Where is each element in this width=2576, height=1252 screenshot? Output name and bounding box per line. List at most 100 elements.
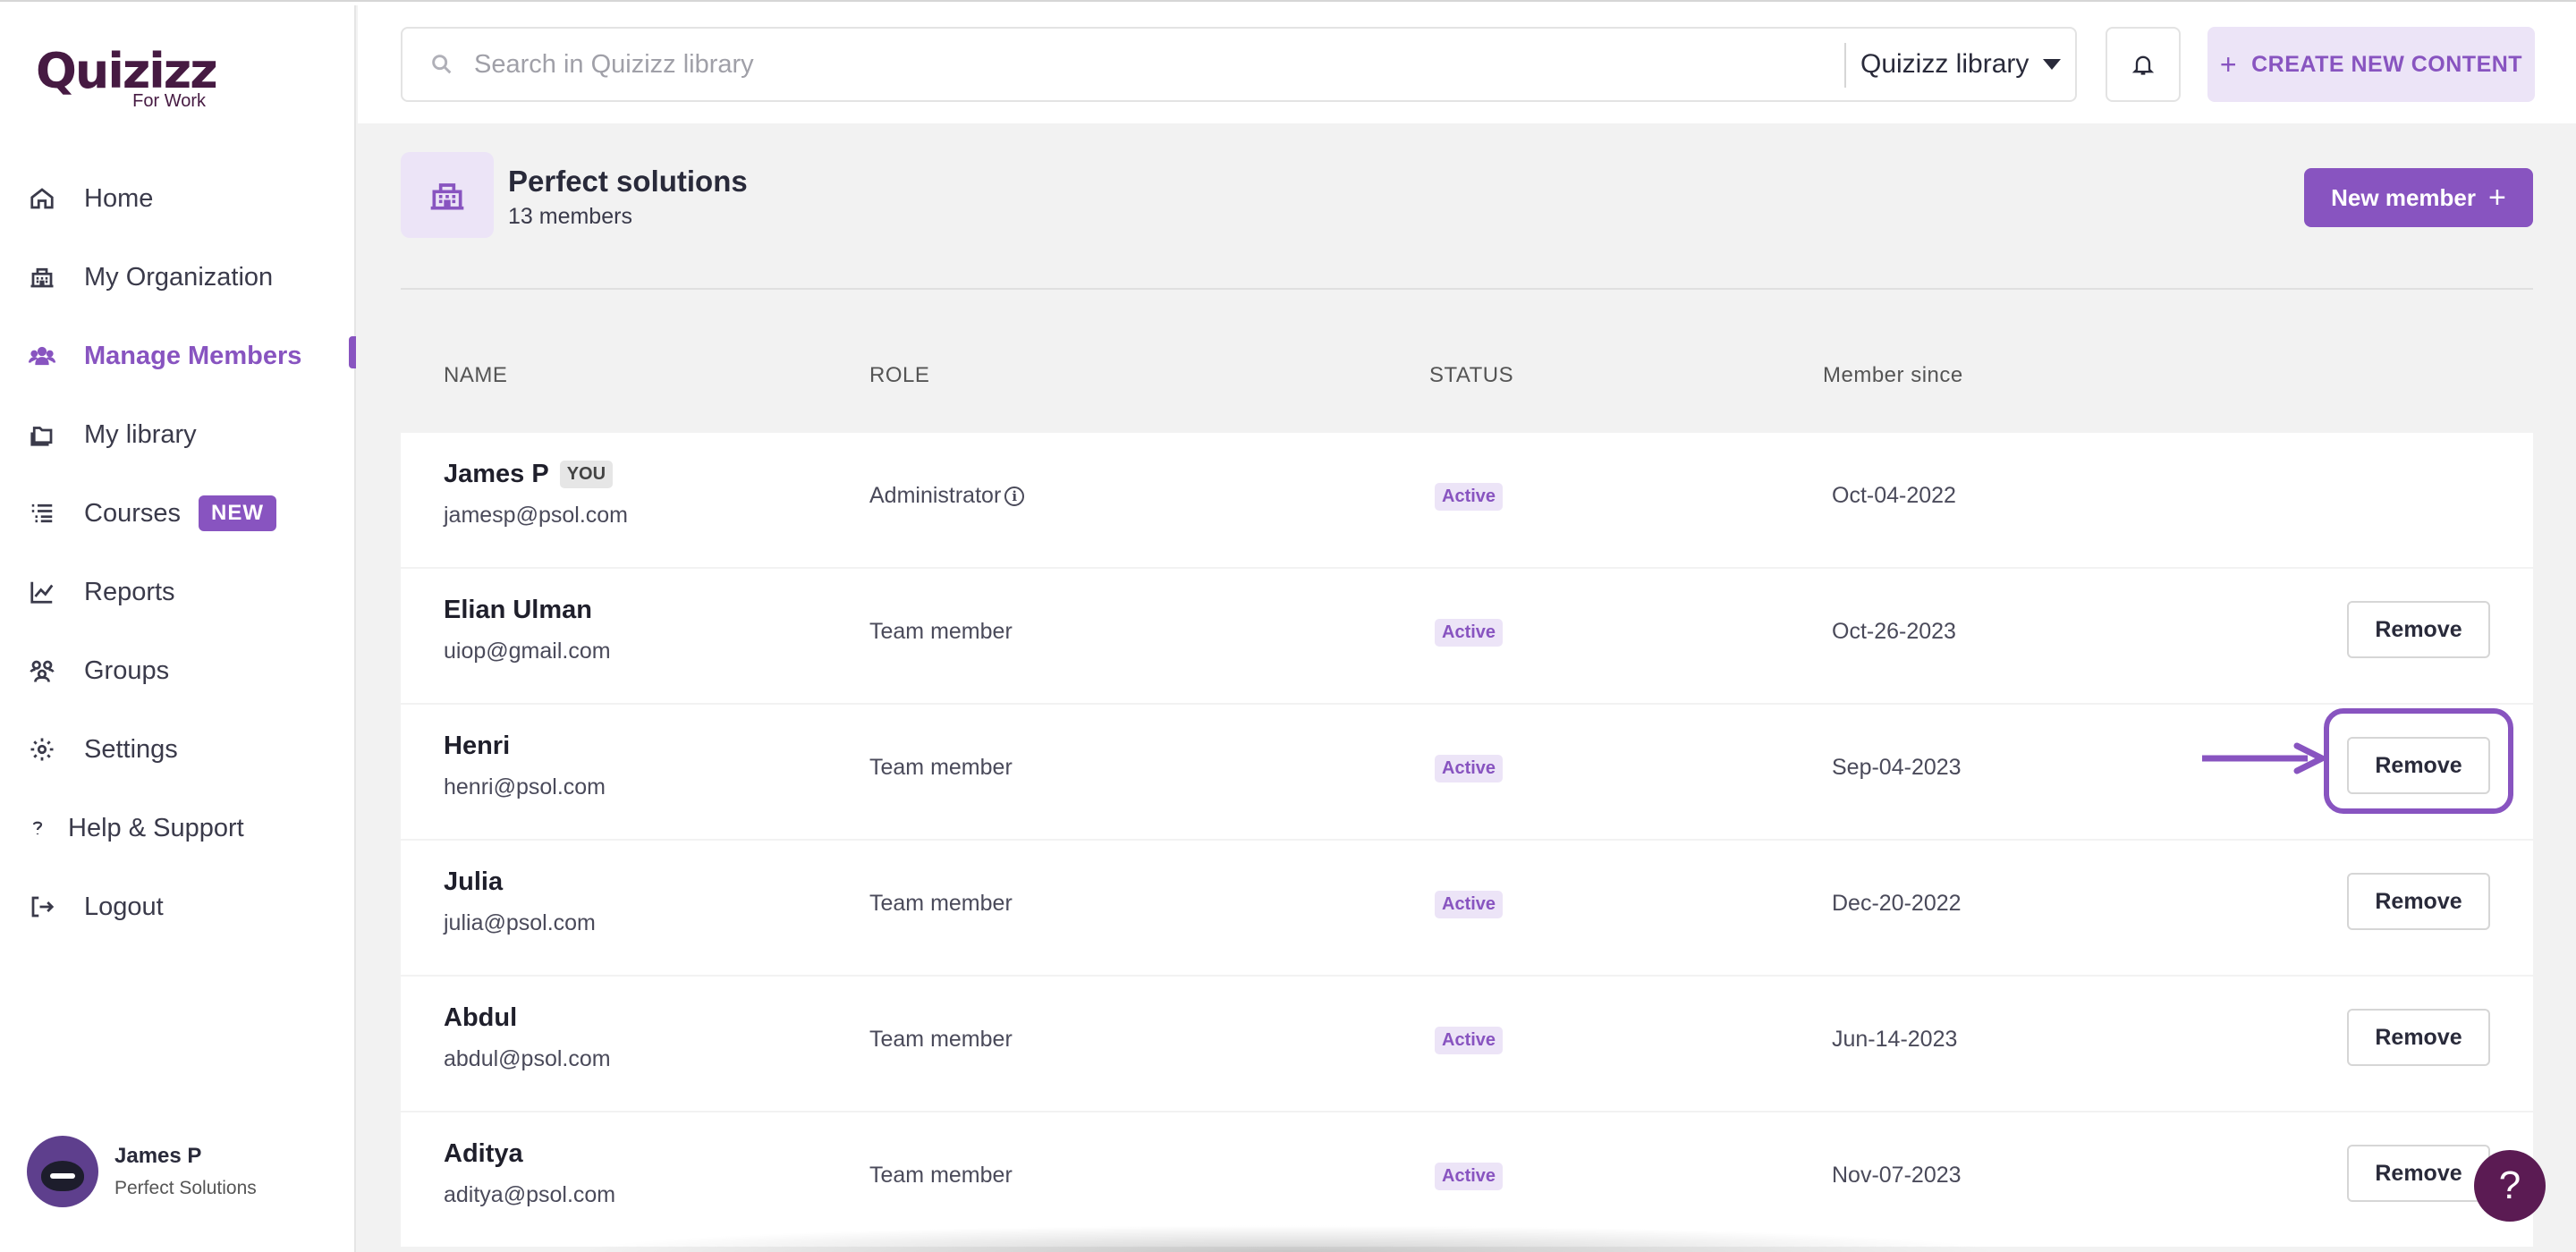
avatar	[27, 1136, 98, 1207]
profile-org: Perfect Solutions	[114, 1178, 257, 1198]
user-profile[interactable]: James P Perfect Solutions	[27, 1136, 257, 1207]
remove-button[interactable]: Remove	[2347, 601, 2490, 658]
sidebar-item-label: Groups	[84, 656, 170, 685]
search-divider	[1844, 43, 1846, 88]
notifications-button[interactable]	[2106, 27, 2181, 102]
member-role: Team member	[869, 1163, 1013, 1188]
building-icon	[27, 262, 57, 292]
new-member-button[interactable]: New member +	[2304, 168, 2533, 227]
remove-button[interactable]: Remove	[2347, 737, 2490, 794]
sidebar-nav: Home My Organization Manage Members My l…	[0, 159, 356, 946]
plus-icon: +	[2487, 180, 2506, 215]
sidebar-item-label: Courses	[84, 498, 181, 528]
member-name: Julia	[444, 867, 504, 896]
top-bar: Quizizz library + CREATE NEW CONTENT	[358, 5, 2576, 123]
home-icon	[27, 183, 57, 214]
status-badge: Active	[1435, 891, 1504, 918]
member-name: James P YOU	[444, 460, 614, 489]
search-input[interactable]	[474, 49, 1798, 80]
table-row: Elian Ulman uiop@gmail.com Team member A…	[401, 569, 2533, 703]
member-role: Team member	[869, 891, 1013, 916]
column-header-member-since: Member since	[1823, 363, 1963, 387]
divider	[401, 288, 2533, 290]
sidebar-item-label: Home	[84, 183, 154, 213]
sidebar-item-label: Manage Members	[84, 341, 302, 370]
sidebar-item-my-organization[interactable]: My Organization	[0, 238, 356, 317]
member-role: Team member	[869, 755, 1013, 780]
member-name-text: James P	[444, 460, 549, 488]
search-icon	[432, 55, 452, 74]
users-icon	[27, 341, 57, 371]
sidebar: Quizizz For Work Home My Organization Ma…	[0, 0, 356, 1252]
member-email: henri@psol.com	[444, 774, 606, 799]
member-role: Administrator i	[869, 483, 1025, 509]
status-badge: Active	[1435, 1027, 1504, 1054]
members-table: James P YOU jamesp@psol.com Administrato…	[401, 433, 2533, 1248]
library-dropdown-label: Quizizz library	[1860, 49, 2029, 79]
sidebar-item-logout[interactable]: Logout	[0, 867, 356, 946]
sidebar-item-courses[interactable]: Courses NEW	[0, 474, 356, 553]
column-header-status: STATUS	[1429, 363, 1514, 387]
remove-button[interactable]: Remove	[2347, 1145, 2490, 1202]
status-badge: Active	[1435, 1163, 1504, 1190]
member-since: Oct-26-2023	[1832, 619, 1956, 644]
member-since: Dec-20-2022	[1832, 891, 1962, 916]
chart-icon	[27, 577, 57, 607]
sidebar-item-my-library[interactable]: My library	[0, 395, 356, 474]
table-row: Abdul abdul@psol.com Team member Active …	[401, 977, 2533, 1111]
library-dropdown[interactable]: Quizizz library	[1860, 29, 2062, 100]
groups-icon	[27, 656, 57, 686]
window-top-border	[0, 0, 2576, 5]
create-new-content-label: CREATE NEW CONTENT	[2251, 51, 2523, 77]
new-badge: NEW	[199, 495, 276, 531]
member-name: Abdul	[444, 1003, 518, 1032]
chevron-down-icon	[2043, 59, 2062, 70]
create-new-content-button[interactable]: + CREATE NEW CONTENT	[2207, 27, 2535, 102]
sidebar-item-groups[interactable]: Groups	[0, 631, 356, 710]
table-row: Julia julia@psol.com Team member Active …	[401, 841, 2533, 975]
search-bar: Quizizz library	[401, 27, 2077, 102]
gear-icon	[27, 734, 57, 765]
sidebar-item-home[interactable]: Home	[0, 159, 356, 238]
page-title: Perfect solutions	[508, 165, 748, 198]
sidebar-item-manage-members[interactable]: Manage Members	[0, 317, 356, 395]
sidebar-item-settings[interactable]: Settings	[0, 710, 356, 789]
sidebar-item-reports[interactable]: Reports	[0, 553, 356, 631]
table-row: James P YOU jamesp@psol.com Administrato…	[401, 433, 2533, 567]
logout-icon	[27, 892, 57, 922]
member-role: Team member	[869, 619, 1013, 644]
column-header-name: NAME	[444, 363, 508, 387]
info-icon[interactable]: i	[1004, 486, 1025, 506]
plus-icon: +	[2219, 47, 2238, 80]
organization-icon	[401, 152, 494, 238]
sidebar-item-label: Reports	[84, 577, 175, 606]
quizizz-logo[interactable]: Quizizz For Work	[36, 43, 218, 114]
help-button[interactable]: ?	[2474, 1150, 2546, 1222]
member-name: Henri	[444, 732, 511, 760]
member-email: abdul@psol.com	[444, 1046, 611, 1071]
member-email: jamesp@psol.com	[444, 503, 629, 528]
sidebar-item-label: Settings	[84, 734, 178, 764]
member-since: Nov-07-2023	[1832, 1163, 1962, 1188]
remove-button[interactable]: Remove	[2347, 873, 2490, 930]
status-badge: Active	[1435, 755, 1504, 782]
you-badge: YOU	[559, 461, 614, 488]
profile-name: James P	[114, 1144, 202, 1168]
sidebar-item-label: My library	[84, 419, 197, 449]
member-since: Sep-04-2023	[1832, 755, 1962, 780]
remove-button[interactable]: Remove	[2347, 1009, 2490, 1066]
member-since: Oct-04-2022	[1832, 483, 1956, 508]
member-role: Team member	[869, 1027, 1013, 1052]
sidebar-item-help-support[interactable]: Help & Support	[0, 789, 356, 867]
member-email: aditya@psol.com	[444, 1182, 616, 1207]
arrow-annotation	[2202, 742, 2326, 774]
member-email: uiop@gmail.com	[444, 639, 611, 664]
member-since: Jun-14-2023	[1832, 1027, 1958, 1052]
logo-text: Quizizz	[36, 43, 218, 99]
status-badge: Active	[1435, 483, 1504, 511]
member-name: Aditya	[444, 1139, 523, 1168]
column-header-role: ROLE	[869, 363, 930, 387]
member-count: 13 members	[508, 204, 632, 229]
member-email: julia@psol.com	[444, 910, 596, 935]
status-badge: Active	[1435, 619, 1504, 647]
